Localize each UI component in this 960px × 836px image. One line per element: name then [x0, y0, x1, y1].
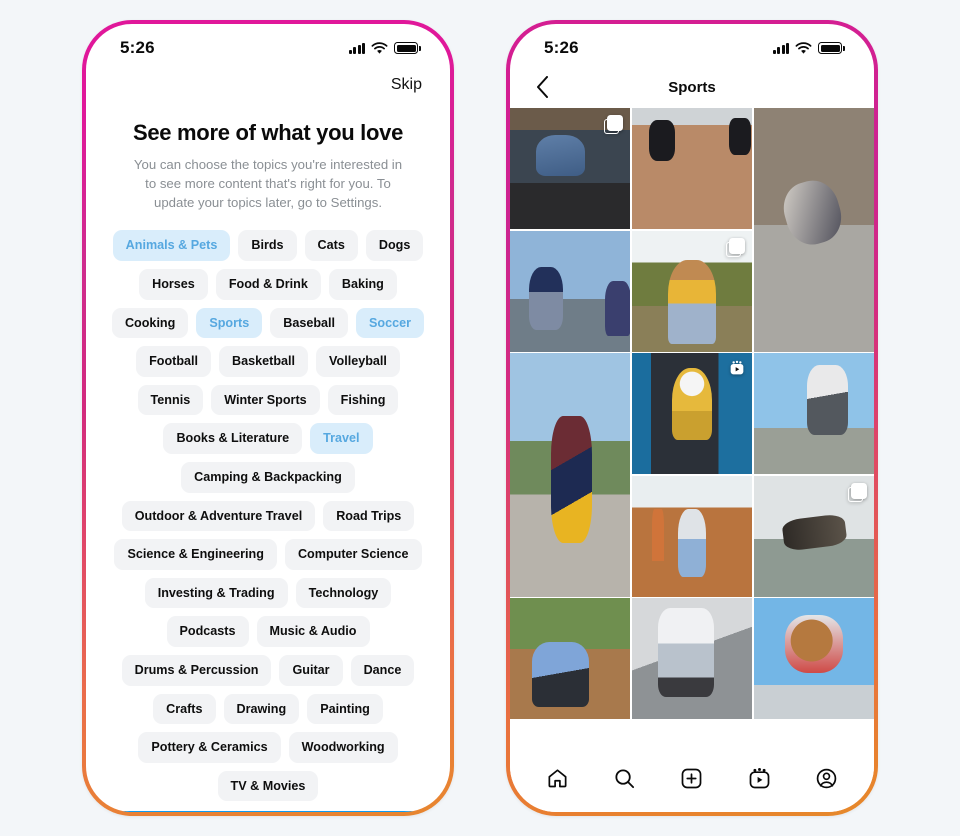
tile-lacing-skates[interactable] — [510, 108, 631, 229]
tile-photo — [753, 353, 874, 474]
tile-soccer-ball-header[interactable] — [510, 353, 631, 597]
status-bar-right: 5:26 — [510, 24, 874, 66]
topic-chip[interactable]: Sports — [196, 307, 263, 339]
topic-chip[interactable]: Dogs — [365, 230, 424, 262]
phone-frame-left: 5:26 Skip See more of what you love You … — [82, 20, 454, 816]
tile-basketball-face[interactable] — [753, 598, 874, 719]
tile-photo — [753, 598, 874, 719]
bottom-tab-bar — [510, 750, 874, 812]
skip-button[interactable]: Skip — [389, 72, 424, 98]
tile-photo — [510, 353, 631, 597]
topic-chip[interactable]: Technology — [295, 577, 392, 609]
dual-phone-mockup: 5:26 Skip See more of what you love You … — [0, 0, 960, 836]
topic-chip[interactable]: Winter Sports — [211, 384, 320, 416]
tile-dancer-leap-stairs[interactable] — [753, 108, 874, 352]
topic-chip[interactable]: Cats — [304, 230, 358, 262]
topic-chip[interactable]: Horses — [139, 269, 208, 300]
next-button[interactable]: Next — [112, 811, 424, 812]
topic-chip[interactable]: Drawing — [223, 693, 300, 725]
topic-chip[interactable]: Dance — [350, 654, 415, 686]
topic-chip[interactable]: Volleyball — [316, 346, 400, 377]
topic-chip[interactable]: Tennis — [137, 384, 204, 416]
tile-photo — [753, 108, 874, 352]
topic-chip[interactable]: Outdoor & Adventure Travel — [121, 500, 316, 532]
status-time: 5:26 — [544, 38, 579, 57]
topic-chip[interactable]: Basketball — [219, 346, 309, 377]
carousel-badge-icon — [726, 237, 746, 257]
topic-chip[interactable]: Road Trips — [323, 500, 415, 532]
chevron-left-icon[interactable] — [528, 73, 556, 101]
home-icon[interactable] — [543, 763, 573, 793]
topic-chip[interactable]: Woodworking — [288, 732, 398, 763]
wifi-icon — [371, 41, 388, 54]
page-title: Sports — [668, 78, 716, 96]
tile-photo — [631, 475, 753, 597]
cellular-bars-icon — [772, 42, 789, 54]
profile-icon[interactable] — [811, 763, 841, 793]
search-icon[interactable] — [610, 763, 640, 793]
screen-sports-feed: 5:26 Sports — [510, 24, 874, 812]
tile-soccer-trophy[interactable] — [631, 353, 753, 474]
carousel-badge-icon — [848, 482, 867, 502]
topic-chip[interactable]: Podcasts — [166, 616, 249, 647]
topic-chip-list: Animals & Pets Birds Cats Dogs Horses Food & … — [86, 230, 450, 802]
tile-slackline-forest[interactable] — [753, 475, 874, 597]
status-icons — [772, 41, 845, 55]
topic-chip[interactable]: Science & Engineering — [114, 539, 277, 570]
topic-chip[interactable]: Investing & Trading — [144, 577, 288, 609]
topic-chip[interactable]: TV & Movies — [217, 770, 319, 802]
tile-bmx-rider[interactable] — [510, 598, 631, 719]
tile-photo — [510, 598, 631, 719]
topic-chip[interactable]: Baseball — [270, 307, 349, 339]
status-icons — [348, 41, 421, 55]
wifi-icon — [795, 41, 812, 54]
tile-basketball-dunk[interactable] — [753, 353, 874, 474]
tile-skater-shadow[interactable] — [631, 598, 753, 719]
topic-chip[interactable]: Animals & Pets — [112, 230, 231, 262]
topic-chip[interactable]: Food & Drink — [215, 269, 321, 300]
battery-icon — [818, 42, 845, 54]
topic-chip[interactable]: Football — [136, 346, 212, 377]
phone-frame-right: 5:26 Sports — [506, 20, 878, 816]
topic-chip[interactable]: Computer Science — [284, 539, 422, 570]
topic-chip[interactable]: Soccer — [356, 307, 425, 339]
tile-photo — [510, 230, 631, 352]
topic-chip[interactable]: Crafts — [153, 693, 216, 725]
topic-chip[interactable]: Camping & Backpacking — [181, 461, 355, 493]
topic-chip[interactable]: Music & Audio — [256, 616, 370, 647]
next-button-container: Next — [86, 801, 450, 812]
page-subtitle: You can choose the topics you're interes… — [133, 157, 403, 211]
status-bar-left: 5:26 — [86, 24, 450, 66]
tile-runner-basketball[interactable] — [631, 475, 753, 597]
tile-skateboard-ollie[interactable] — [631, 108, 753, 229]
topic-chip[interactable]: Baking — [328, 269, 397, 300]
nav-bar: Sports — [510, 66, 874, 108]
skip-row: Skip — [86, 66, 450, 98]
page-title: See more of what you love — [132, 120, 403, 145]
tile-girl-with-football[interactable] — [631, 230, 753, 352]
reels-icon[interactable] — [744, 763, 774, 793]
topic-chip[interactable]: Books & Literature — [163, 423, 303, 454]
plus-square-icon[interactable] — [677, 763, 707, 793]
status-time: 5:26 — [120, 38, 155, 57]
topic-chip[interactable]: Guitar — [279, 654, 343, 686]
topic-chip[interactable]: Pottery & Ceramics — [138, 732, 281, 763]
screen-topic-picker: 5:26 Skip See more of what you love You … — [86, 24, 450, 812]
reels-badge-icon — [729, 360, 745, 376]
cellular-bars-icon — [348, 42, 365, 54]
carousel-badge-icon — [604, 115, 624, 134]
tile-photo — [631, 108, 753, 229]
topic-chip[interactable]: Cooking — [111, 307, 189, 339]
tile-photo — [631, 598, 753, 719]
topic-chip[interactable]: Fishing — [327, 384, 399, 416]
topic-chip[interactable]: Painting — [307, 693, 383, 725]
topic-chip[interactable]: Travel — [310, 423, 373, 454]
photo-grid — [510, 108, 874, 750]
topic-chip[interactable]: Drums & Percussion — [121, 654, 272, 686]
battery-icon — [394, 42, 421, 54]
tile-two-skaters[interactable] — [510, 230, 631, 352]
topic-chip[interactable]: Birds — [238, 230, 297, 262]
